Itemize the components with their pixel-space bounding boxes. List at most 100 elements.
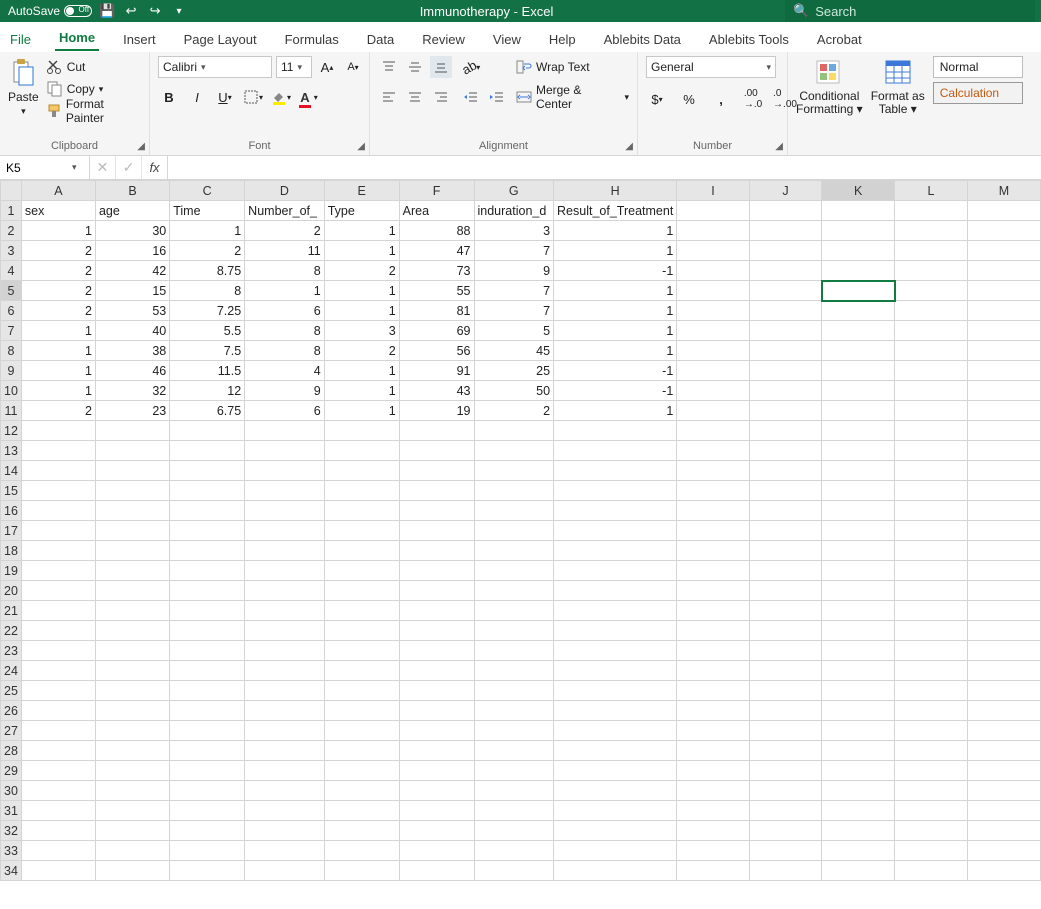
cell-A30[interactable] bbox=[21, 781, 95, 801]
row-header-7[interactable]: 7 bbox=[1, 321, 22, 341]
row-header-9[interactable]: 9 bbox=[1, 361, 22, 381]
cut-button[interactable]: Cut bbox=[47, 56, 141, 78]
cell-B9[interactable]: 46 bbox=[95, 361, 169, 381]
cell-F6[interactable]: 81 bbox=[399, 301, 474, 321]
cell-I9[interactable] bbox=[677, 361, 749, 381]
cell-A24[interactable] bbox=[21, 661, 95, 681]
cell-K21[interactable] bbox=[822, 601, 895, 621]
cell-G32[interactable] bbox=[474, 821, 554, 841]
cell-L7[interactable] bbox=[895, 321, 968, 341]
cell-E23[interactable] bbox=[324, 641, 399, 661]
cell-D23[interactable] bbox=[245, 641, 325, 661]
cell-H25[interactable] bbox=[554, 681, 677, 701]
cell-A26[interactable] bbox=[21, 701, 95, 721]
row-header-29[interactable]: 29 bbox=[1, 761, 22, 781]
cell-A23[interactable] bbox=[21, 641, 95, 661]
cell-C9[interactable]: 11.5 bbox=[170, 361, 245, 381]
cell-A19[interactable] bbox=[21, 561, 95, 581]
cell-D12[interactable] bbox=[245, 421, 325, 441]
cell-A10[interactable]: 1 bbox=[21, 381, 95, 401]
cell-B23[interactable] bbox=[95, 641, 169, 661]
cell-C22[interactable] bbox=[170, 621, 245, 641]
cell-L23[interactable] bbox=[895, 641, 968, 661]
cell-C3[interactable]: 2 bbox=[170, 241, 245, 261]
format-painter-button[interactable]: Format Painter bbox=[47, 100, 141, 122]
cell-I19[interactable] bbox=[677, 561, 749, 581]
row-header-30[interactable]: 30 bbox=[1, 781, 22, 801]
cell-K1[interactable] bbox=[822, 201, 895, 221]
cell-M16[interactable] bbox=[967, 501, 1040, 521]
cell-I28[interactable] bbox=[677, 741, 749, 761]
qat-customize-icon[interactable]: ▾ bbox=[170, 6, 188, 17]
cell-C34[interactable] bbox=[170, 861, 245, 881]
cell-M20[interactable] bbox=[967, 581, 1040, 601]
cell-I22[interactable] bbox=[677, 621, 749, 641]
cell-G15[interactable] bbox=[474, 481, 554, 501]
cell-K34[interactable] bbox=[822, 861, 895, 881]
cell-B30[interactable] bbox=[95, 781, 169, 801]
cell-E31[interactable] bbox=[324, 801, 399, 821]
cell-C11[interactable]: 6.75 bbox=[170, 401, 245, 421]
cell-G20[interactable] bbox=[474, 581, 554, 601]
cell-E4[interactable]: 2 bbox=[324, 261, 399, 281]
cell-A25[interactable] bbox=[21, 681, 95, 701]
cell-C14[interactable] bbox=[170, 461, 245, 481]
cell-K19[interactable] bbox=[822, 561, 895, 581]
cell-E28[interactable] bbox=[324, 741, 399, 761]
cell-L3[interactable] bbox=[895, 241, 968, 261]
cell-B33[interactable] bbox=[95, 841, 169, 861]
cell-K23[interactable] bbox=[822, 641, 895, 661]
cell-H4[interactable]: -1 bbox=[554, 261, 677, 281]
align-bottom-button[interactable] bbox=[430, 56, 452, 78]
cell-C31[interactable] bbox=[170, 801, 245, 821]
cell-L8[interactable] bbox=[895, 341, 968, 361]
cell-G25[interactable] bbox=[474, 681, 554, 701]
cell-C23[interactable] bbox=[170, 641, 245, 661]
cell-L25[interactable] bbox=[895, 681, 968, 701]
cell-M31[interactable] bbox=[967, 801, 1040, 821]
tab-view[interactable]: View bbox=[489, 26, 525, 51]
select-all-corner[interactable] bbox=[1, 181, 22, 201]
cell-D9[interactable]: 4 bbox=[245, 361, 325, 381]
tab-ablebits-data[interactable]: Ablebits Data bbox=[600, 26, 685, 51]
cell-J11[interactable] bbox=[749, 401, 822, 421]
cell-D7[interactable]: 8 bbox=[245, 321, 325, 341]
cell-B4[interactable]: 42 bbox=[95, 261, 169, 281]
column-header-I[interactable]: I bbox=[677, 181, 749, 201]
cell-E24[interactable] bbox=[324, 661, 399, 681]
cell-H11[interactable]: 1 bbox=[554, 401, 677, 421]
cell-I21[interactable] bbox=[677, 601, 749, 621]
cell-D26[interactable] bbox=[245, 701, 325, 721]
cell-B16[interactable] bbox=[95, 501, 169, 521]
column-header-D[interactable]: D bbox=[245, 181, 325, 201]
cell-H28[interactable] bbox=[554, 741, 677, 761]
cell-L17[interactable] bbox=[895, 521, 968, 541]
cell-C27[interactable] bbox=[170, 721, 245, 741]
align-left-button[interactable] bbox=[378, 86, 400, 108]
cell-C6[interactable]: 7.25 bbox=[170, 301, 245, 321]
cell-I34[interactable] bbox=[677, 861, 749, 881]
increase-decimal-button[interactable]: .00→.0 bbox=[742, 88, 764, 110]
cell-J2[interactable] bbox=[749, 221, 822, 241]
cell-A22[interactable] bbox=[21, 621, 95, 641]
row-header-8[interactable]: 8 bbox=[1, 341, 22, 361]
cell-D25[interactable] bbox=[245, 681, 325, 701]
cell-J20[interactable] bbox=[749, 581, 822, 601]
cell-K18[interactable] bbox=[822, 541, 895, 561]
tab-formulas[interactable]: Formulas bbox=[281, 26, 343, 51]
cell-K4[interactable] bbox=[822, 261, 895, 281]
cell-B5[interactable]: 15 bbox=[95, 281, 169, 301]
cell-H16[interactable] bbox=[554, 501, 677, 521]
cell-B31[interactable] bbox=[95, 801, 169, 821]
row-header-34[interactable]: 34 bbox=[1, 861, 22, 881]
cell-M21[interactable] bbox=[967, 601, 1040, 621]
cell-K9[interactable] bbox=[822, 361, 895, 381]
row-header-27[interactable]: 27 bbox=[1, 721, 22, 741]
cell-F8[interactable]: 56 bbox=[399, 341, 474, 361]
cell-E14[interactable] bbox=[324, 461, 399, 481]
cell-M8[interactable] bbox=[967, 341, 1040, 361]
search-input[interactable] bbox=[815, 4, 995, 19]
cell-L19[interactable] bbox=[895, 561, 968, 581]
cell-B3[interactable]: 16 bbox=[95, 241, 169, 261]
cell-G7[interactable]: 5 bbox=[474, 321, 554, 341]
